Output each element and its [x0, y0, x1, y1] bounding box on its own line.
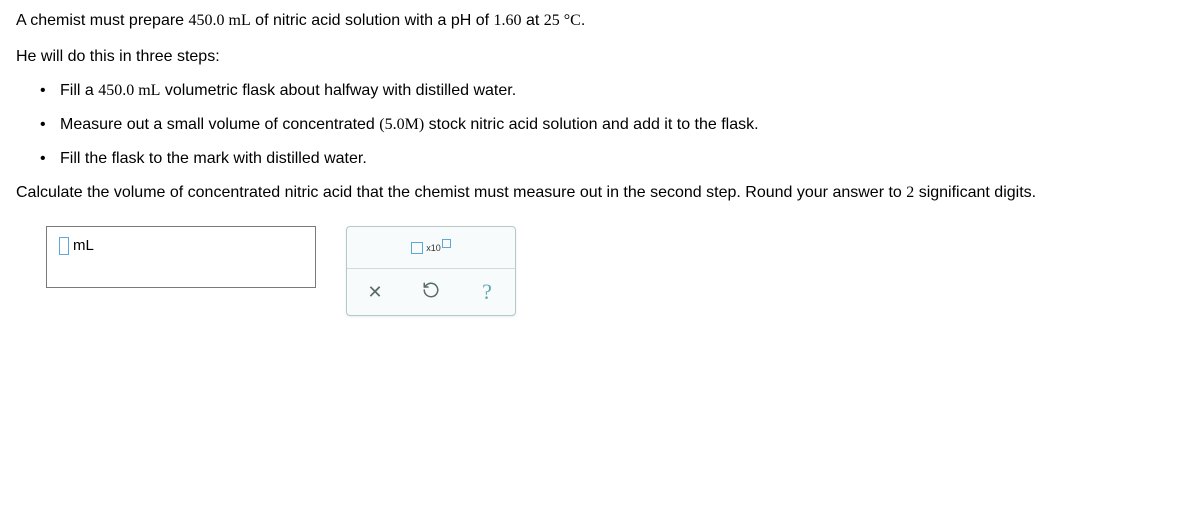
answer-input-box[interactable]: mL: [46, 226, 316, 288]
sci-notation-button[interactable]: x10: [411, 239, 451, 256]
step-3: Fill the flask to the mark with distille…: [46, 150, 1184, 168]
concentration-value: (5.0M): [379, 116, 424, 133]
undo-icon: [422, 281, 440, 304]
question-icon: ?: [482, 279, 492, 305]
text: .: [581, 12, 585, 29]
text: Measure out a small volume of concentrat…: [60, 116, 379, 133]
text: of nitric acid solution with a pH of: [251, 12, 494, 29]
text: at: [522, 12, 544, 29]
step-2: Measure out a small volume of concentrat…: [46, 116, 1184, 134]
steps-intro: He will do this in three steps:: [16, 48, 1184, 66]
text: Calculate the volume of concentrated nit…: [16, 184, 906, 201]
answer-row: mL x10 ✕ ?: [46, 226, 1184, 316]
toolbar-bottom-row: ✕ ?: [347, 269, 515, 315]
clear-button[interactable]: ✕: [353, 274, 397, 310]
sci-base-icon: [411, 242, 423, 254]
text: significant digits.: [914, 184, 1036, 201]
step-1: Fill a 450.0 mL volumetric flask about h…: [46, 82, 1184, 100]
help-button[interactable]: ?: [465, 274, 509, 310]
text: volumetric flask about halfway with dist…: [160, 82, 516, 99]
calculate-instruction: Calculate the volume of concentrated nit…: [16, 184, 1184, 202]
toolbar-top-row: x10: [347, 227, 515, 269]
sci-exp-icon: [442, 239, 451, 248]
sci-x10-label: x10: [426, 243, 441, 253]
temp-value: 25 °C: [544, 12, 581, 29]
volume-value: 450.0 mL: [189, 12, 251, 29]
toolbar-panel: x10 ✕ ?: [346, 226, 516, 316]
answer-input-placeholder-icon: [59, 237, 69, 255]
close-icon: ✕: [367, 282, 382, 303]
ph-value: 1.60: [494, 12, 522, 29]
volume-value: 450.0 mL: [98, 82, 160, 99]
answer-unit: mL: [73, 237, 94, 254]
text: A chemist must prepare: [16, 12, 189, 29]
reset-button[interactable]: [409, 274, 453, 310]
intro-line-1: A chemist must prepare 450.0 mL of nitri…: [16, 10, 1184, 32]
text: Fill a: [60, 82, 98, 99]
text: stock nitric acid solution and add it to…: [424, 116, 758, 133]
steps-list: Fill a 450.0 mL volumetric flask about h…: [16, 82, 1184, 168]
